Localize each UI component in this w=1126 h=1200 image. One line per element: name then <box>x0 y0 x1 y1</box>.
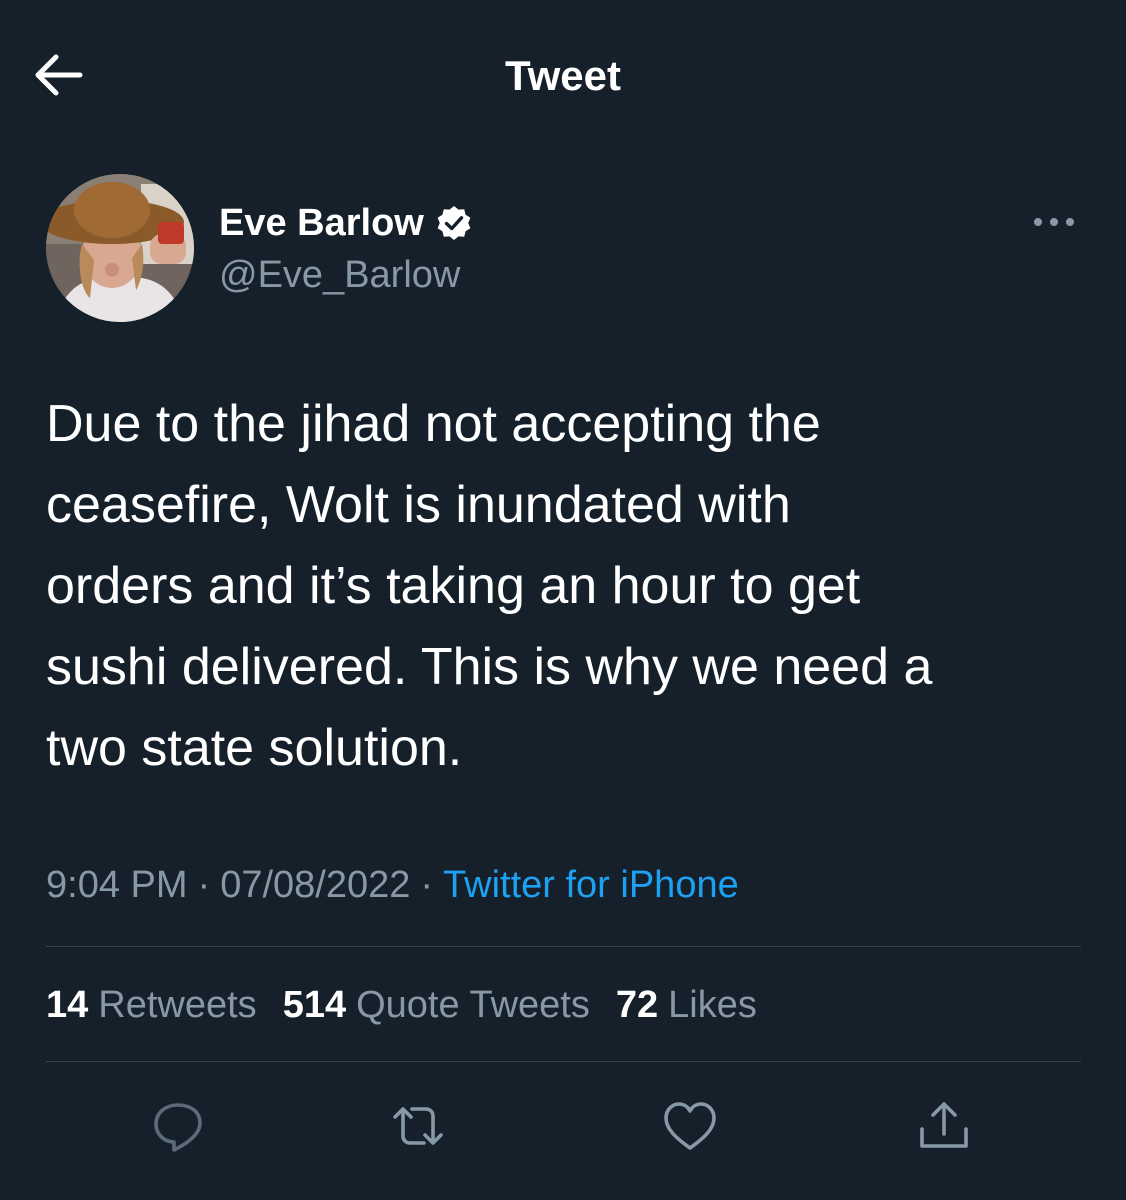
tweet-source-link[interactable]: Twitter for iPhone <box>443 864 739 906</box>
verified-badge-icon <box>437 206 471 240</box>
like-button[interactable] <box>660 1096 720 1156</box>
meta-separator: · <box>197 864 211 906</box>
share-button[interactable] <box>914 1096 974 1156</box>
quote-tweets-stat[interactable]: 514 Quote Tweets <box>283 980 590 1030</box>
reply-icon <box>154 1103 202 1152</box>
like-icon <box>664 1102 716 1150</box>
avatar-image <box>46 174 194 322</box>
retweets-stat[interactable]: 14 Retweets <box>46 980 257 1030</box>
reply-button[interactable] <box>148 1096 208 1156</box>
divider <box>46 1061 1081 1062</box>
engagement-stats: 14 Retweets 514 Quote Tweets 72 Likes <box>46 980 757 1030</box>
more-horizontal-icon <box>1034 218 1074 226</box>
meta-separator: · <box>420 864 434 906</box>
more-options-button[interactable] <box>1028 206 1080 238</box>
author-handle[interactable]: @Eve_Barlow <box>219 252 460 298</box>
retweet-button[interactable] <box>388 1096 448 1156</box>
author-display-name[interactable]: Eve Barlow <box>219 200 472 246</box>
likes-stat[interactable]: 72 Likes <box>616 980 757 1030</box>
likes-count: 72 <box>615 984 659 1026</box>
avatar[interactable] <box>46 174 194 322</box>
retweets-count: 14 <box>46 984 89 1026</box>
retweets-label: Retweets <box>98 984 257 1026</box>
retweet-icon <box>393 1107 443 1145</box>
likes-label: Likes <box>668 984 757 1026</box>
quote-tweets-label: Quote Tweets <box>356 984 590 1026</box>
tweet-text: Due to the jihad not accepting the cease… <box>46 395 933 777</box>
tweet-date: 07/08/2022 <box>220 864 411 906</box>
quote-tweets-count: 514 <box>282 984 347 1026</box>
share-icon <box>920 1102 968 1148</box>
page-title: Tweet <box>505 52 621 99</box>
tweet-detail-screen: Tweet Eve Barlow @Eve_Barlow Due to the … <box>0 0 1126 1200</box>
divider <box>46 946 1081 947</box>
author-name-text: Eve Barlow <box>219 202 424 244</box>
top-navigation-bar: Tweet <box>0 0 1126 150</box>
tweet-metadata: 9:04 PM · 07/08/2022 · Twitter for iPhone <box>46 860 739 910</box>
tweet-time: 9:04 PM <box>46 864 188 906</box>
